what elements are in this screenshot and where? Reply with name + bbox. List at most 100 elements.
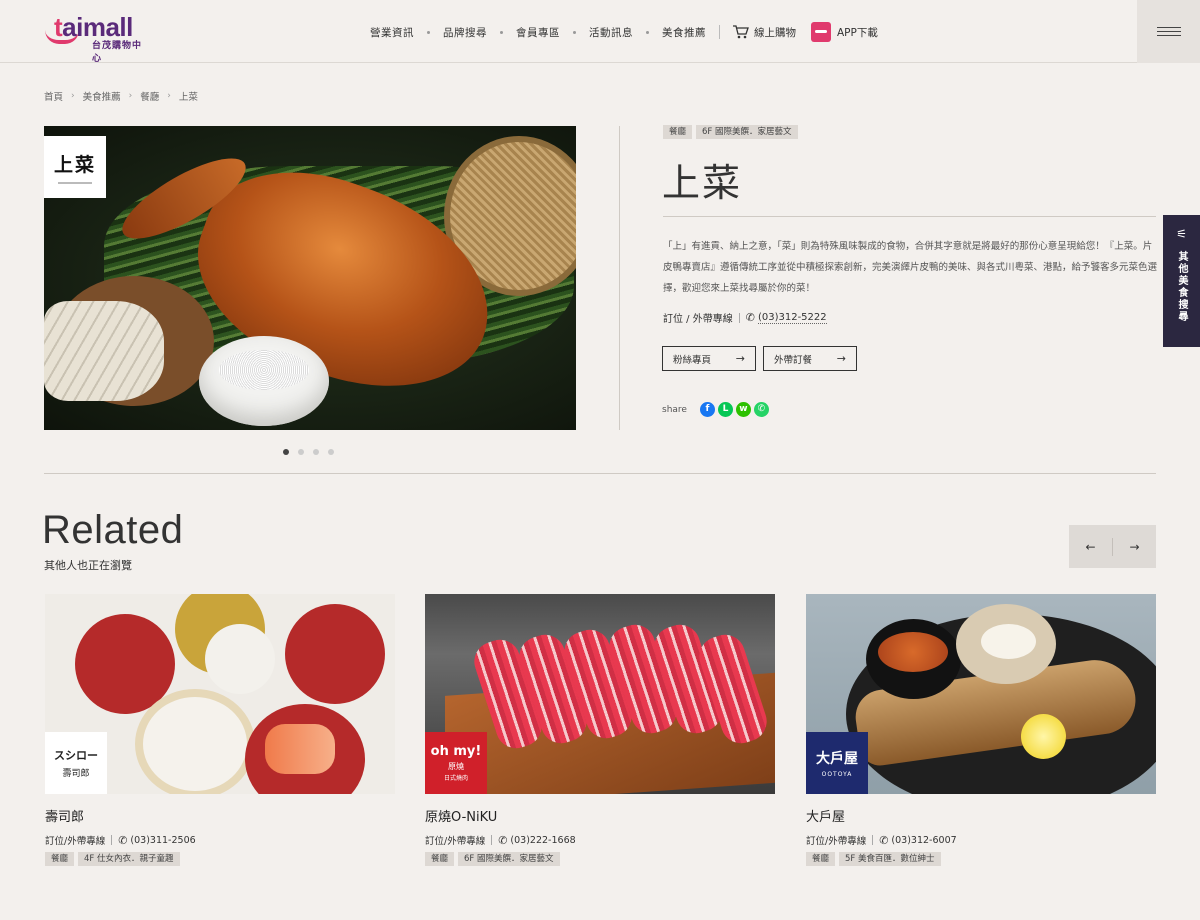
card-image[interactable]: 大戶屋 OOTOYA [806, 594, 1156, 794]
other-food-search-tab[interactable]: ⚟ 其他美食搜尋 [1163, 215, 1200, 347]
carousel-dot[interactable] [328, 449, 334, 455]
card-name[interactable]: 大戶屋 [806, 806, 1156, 825]
egg-custard-cup [205, 624, 275, 694]
card-name[interactable]: 原燒O-NiKU [425, 806, 775, 825]
whatsapp-icon[interactable]: ✆ [753, 402, 769, 417]
tag-category[interactable]: 餐廳 [663, 125, 693, 139]
facebook-icon[interactable]: f [699, 402, 715, 417]
hero-carousel-image[interactable]: 上菜 [44, 126, 576, 430]
reservation-label: 訂位 / 外帶專線 [663, 314, 733, 325]
carousel-dot[interactable] [298, 449, 304, 455]
related-card-oniku[interactable]: oh my! 原燒 日式燒肉 原燒O-NiKU 訂位/外帶專線 ✆ (03)22… [425, 594, 775, 866]
store-description: 「上」有進貢、納上之意，「菜」則為特殊風味製成的食物，合併其字意就是將最好的那份… [663, 241, 1158, 294]
breadcrumb-food[interactable]: 美食推薦 [83, 89, 121, 103]
next-arrow-icon[interactable]: → [1113, 540, 1156, 554]
phone-icon: ✆ [879, 833, 889, 847]
ootoya-logo: 大戶屋 OOTOYA [806, 732, 868, 794]
pickled-vegetables [878, 632, 948, 672]
oniku-logo: oh my! 原燒 日式燒肉 [425, 732, 487, 794]
app-download-link[interactable]: APP下載 [796, 22, 878, 42]
taimall-logo[interactable]: taimall 台茂購物中心 [42, 12, 142, 64]
menu-line [1156, 35, 1181, 36]
card-reservation-label: 訂位/外帶專線 [425, 836, 486, 847]
related-card-sushiro[interactable]: スシロー 壽司郎 壽司郎 訂位/外帶專線 ✆ (03)311-2506 餐廳 4… [45, 594, 395, 866]
tag-category[interactable]: 餐廳 [45, 852, 75, 866]
card-reservation-label: 訂位/外帶專線 [806, 836, 867, 847]
breadcrumb: 首頁 › 美食推薦 › 餐廳 › 上菜 [44, 89, 198, 103]
phone-number[interactable]: (03)312-5222 [757, 312, 827, 324]
fan-page-label: 粉絲專頁 [673, 354, 712, 366]
card-image[interactable]: スシロー 壽司郎 [45, 594, 395, 794]
tag-floor[interactable]: 6F 國際美饌．家居藝文 [458, 852, 560, 866]
breadcrumb-home[interactable]: 首頁 [44, 89, 63, 103]
lemon-wedge [1021, 714, 1066, 759]
card-phone-number[interactable]: (03)312-6007 [891, 835, 956, 846]
reservation-separator [872, 835, 874, 845]
store-actions: 粉絲專頁 → 外帶訂餐 → [662, 346, 857, 371]
pancake-wraps [44, 301, 164, 401]
sushiro-logo: スシロー 壽司郎 [45, 732, 107, 794]
app-download-label: APP下載 [837, 26, 878, 39]
tag-floor[interactable]: 6F 國際美饌．家居藝文 [696, 125, 798, 139]
reservation-separator [738, 312, 740, 323]
hamburger-menu-button[interactable] [1137, 0, 1200, 63]
nav-item-brand-search[interactable]: 品牌搜尋 [443, 25, 487, 40]
arrow-right-icon: → [836, 352, 846, 365]
store-logo: 上菜 [44, 136, 106, 198]
section-divider [44, 473, 1156, 474]
prev-arrow-icon[interactable]: ← [1069, 540, 1112, 554]
filter-sliders-icon: ⚟ [1176, 227, 1187, 241]
tag-floor[interactable]: 5F 美食百匯．數位紳士 [839, 852, 941, 866]
card-tags: 餐廳 4F 仕女內衣．親子童趣 [45, 852, 395, 866]
card-reservation-label: 訂位/外帶專線 [45, 836, 106, 847]
carousel-dots [283, 449, 334, 455]
fan-page-button[interactable]: 粉絲專頁 → [662, 346, 756, 371]
card-reservation: 訂位/外帶專線 ✆ (03)312-6007 [806, 833, 1156, 848]
store-logo-underline [58, 182, 92, 184]
nav-item-member-zone[interactable]: 會員專區 [516, 25, 560, 40]
card-tags: 餐廳 6F 國際美饌．家居藝文 [425, 852, 775, 866]
card-phone-number[interactable]: (03)222-1668 [510, 835, 575, 846]
chevron-right-icon: › [71, 91, 75, 101]
nav-item-events[interactable]: 活動訊息 [589, 25, 633, 40]
logo-subtitle: 台茂購物中心 [92, 41, 143, 64]
cart-icon [733, 25, 749, 39]
phone-icon: ✆ [498, 833, 508, 847]
breadcrumb-current: 上菜 [178, 92, 198, 103]
related-subtitle: 其他人也正在瀏覽 [44, 559, 132, 572]
chevron-right-icon: › [167, 91, 171, 101]
phone-icon: ✆ [118, 833, 128, 847]
card-reservation: 訂位/外帶專線 ✆ (03)222-1668 [425, 833, 775, 848]
card-phone-number[interactable]: (03)311-2506 [130, 835, 195, 846]
card-name[interactable]: 壽司郎 [45, 806, 395, 825]
share-label: share [662, 404, 687, 415]
oniku-logo-text: oh my! [430, 743, 482, 759]
related-pager: ← → [1069, 525, 1156, 568]
carousel-dot[interactable] [313, 449, 319, 455]
sushiro-logo-sub: 壽司郎 [62, 769, 90, 779]
nav-divider-dot [500, 30, 503, 34]
reservation-separator [111, 835, 113, 845]
card-image[interactable]: oh my! 原燒 日式燒肉 [425, 594, 775, 794]
nav-item-food-recommend[interactable]: 美食推薦 [662, 25, 706, 40]
shrimp-sushi-plate [135, 689, 255, 794]
nav-separator [719, 25, 720, 39]
online-shopping-label: 線上購物 [754, 26, 796, 39]
card-reservation: 訂位/外帶專線 ✆ (03)311-2506 [45, 833, 395, 848]
related-card-ootoya[interactable]: 大戶屋 OOTOYA 大戶屋 訂位/外帶專線 ✆ (03)312-6007 餐廳… [806, 594, 1156, 866]
main-nav: 營業資訊 品牌搜尋 會員專區 活動訊息 美食推薦 線上購物 APP下載 [370, 22, 878, 42]
store-title: 上菜 [662, 161, 743, 205]
line-icon[interactable]: L [717, 402, 733, 417]
carousel-dot[interactable] [283, 449, 289, 455]
online-shopping-link[interactable]: 線上購物 [733, 25, 796, 40]
menu-line [1156, 27, 1181, 28]
breadcrumb-restaurant[interactable]: 餐廳 [140, 89, 159, 103]
tag-category[interactable]: 餐廳 [425, 852, 455, 866]
nav-item-business-info[interactable]: 營業資訊 [370, 25, 414, 40]
takeout-order-button[interactable]: 外帶訂餐 → [763, 346, 857, 371]
wechat-icon[interactable]: w [735, 402, 751, 417]
tag-category[interactable]: 餐廳 [806, 852, 836, 866]
sushiro-logo-text: スシロー [54, 749, 98, 762]
oniku-logo-sub: 原燒 [448, 761, 464, 771]
tag-floor[interactable]: 4F 仕女內衣．親子童趣 [78, 852, 180, 866]
